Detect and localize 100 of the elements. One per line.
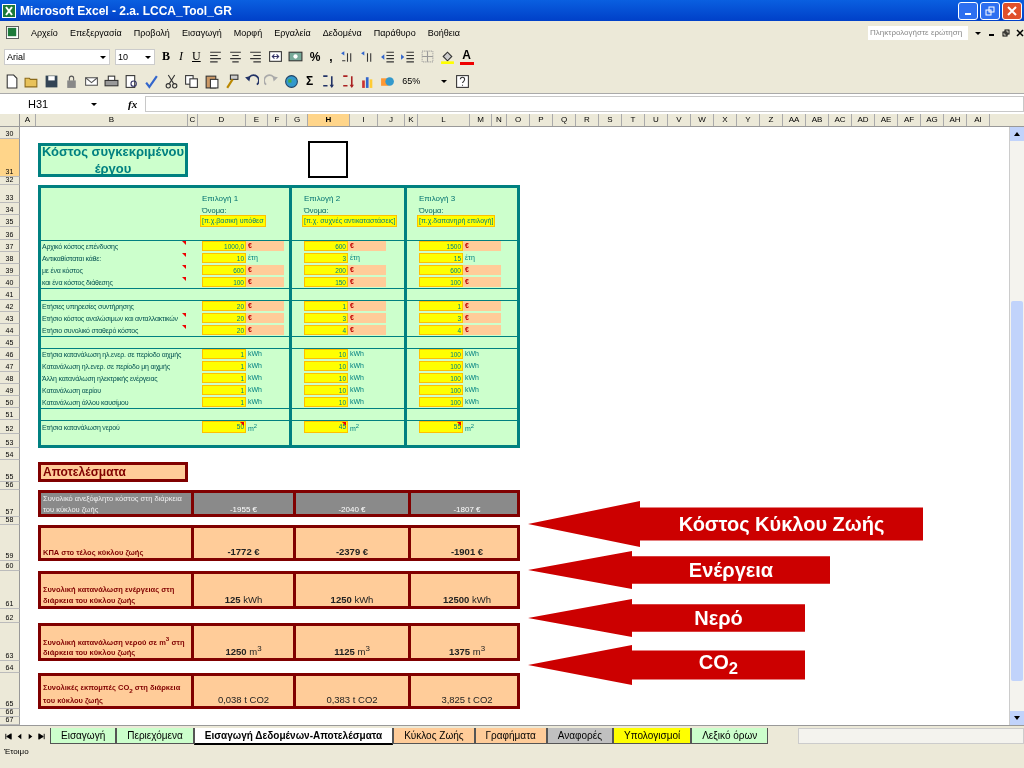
font-size-dropdown[interactable]: 10 [115, 48, 155, 65]
column-header[interactable]: A [20, 114, 36, 126]
sheet-tab[interactable]: Εισαγωγή [50, 728, 117, 744]
column-header[interactable]: L [418, 114, 470, 126]
column-header[interactable]: B [36, 114, 188, 126]
autosum-button[interactable]: Σ [304, 73, 316, 89]
column-header[interactable]: AA [783, 114, 806, 126]
cut-icon[interactable] [164, 73, 179, 89]
align-center-icon[interactable] [227, 49, 243, 64]
column-header[interactable]: W [691, 114, 714, 126]
restore-icon[interactable] [1002, 28, 1010, 37]
last-sheet-icon[interactable] [37, 731, 46, 741]
column-header[interactable]: AI [967, 114, 990, 126]
fill-color-icon[interactable] [439, 49, 455, 64]
sheet-tab[interactable]: Κύκλος Ζωής [393, 728, 475, 744]
scroll-thumb[interactable] [1011, 301, 1023, 681]
increase-indent-icon[interactable] [399, 49, 415, 64]
align-right-icon[interactable] [247, 49, 263, 64]
minimize-button[interactable] [958, 1, 978, 20]
sheet-tab[interactable]: Εισαγωγή Δεδομένων-Αποτελέσματα [193, 727, 394, 745]
column-header[interactable]: P [530, 114, 553, 126]
copy-icon[interactable] [184, 73, 199, 89]
font-dropdown[interactable]: Arial [4, 48, 110, 65]
font-color-button[interactable]: A [459, 48, 474, 65]
comma-style-button[interactable]: , [327, 48, 335, 65]
menu-item[interactable]: Προβολή [133, 27, 170, 38]
workbook-icon[interactable] [6, 26, 19, 39]
new-document-icon[interactable] [4, 73, 19, 89]
sheet-tab[interactable]: Αναφορές [546, 728, 614, 744]
column-header[interactable]: M [470, 114, 492, 126]
column-header[interactable]: V [668, 114, 691, 126]
column-header[interactable]: AG [921, 114, 944, 126]
column-header[interactable]: C [188, 114, 198, 126]
menu-item[interactable]: Εργαλεία [274, 27, 311, 38]
sheet-tab[interactable]: Λεξικό όρων [691, 728, 769, 744]
next-sheet-icon[interactable] [26, 731, 35, 741]
sheet-tab[interactable]: Υπολογισμοί [613, 728, 692, 744]
help-search-field[interactable]: Πληκτρολογήστε ερώτηση [868, 25, 968, 40]
close-button[interactable] [1002, 1, 1022, 20]
column-header[interactable]: Z [760, 114, 783, 126]
column-header[interactable]: D [198, 114, 246, 126]
selected-cell[interactable] [308, 141, 348, 178]
menu-item[interactable]: Εισαγωγή [181, 27, 222, 38]
column-header[interactable]: AH [944, 114, 967, 126]
help-icon[interactable] [455, 73, 471, 89]
align-left-icon[interactable] [207, 49, 223, 64]
menu-item[interactable]: Μορφή [233, 27, 263, 38]
decrease-indent-icon[interactable] [379, 49, 395, 64]
sort-descending-icon[interactable] [340, 73, 356, 89]
close-icon[interactable] [1016, 28, 1024, 37]
paste-icon[interactable] [204, 73, 219, 89]
dropdown-arrow-icon[interactable] [90, 100, 98, 108]
column-header[interactable]: Q [553, 114, 576, 126]
menu-item[interactable]: Επεξεργασία [69, 27, 122, 38]
scroll-down-icon[interactable] [1013, 714, 1021, 722]
column-header[interactable]: I [350, 114, 378, 126]
column-header[interactable]: F [268, 114, 287, 126]
column-header[interactable]: S [599, 114, 622, 126]
print-icon[interactable] [104, 73, 119, 89]
column-header[interactable]: AC [829, 114, 852, 126]
column-header[interactable]: E [246, 114, 268, 126]
column-header[interactable]: O [507, 114, 530, 126]
column-header[interactable]: AD [852, 114, 875, 126]
horizontal-scrollbar[interactable] [798, 728, 1024, 744]
column-header[interactable]: H [308, 114, 350, 126]
column-header[interactable]: R [576, 114, 599, 126]
column-header[interactable]: J [378, 114, 405, 126]
scroll-up-icon[interactable] [1013, 130, 1021, 138]
menu-item[interactable]: Παράθυρο [373, 27, 416, 38]
column-header[interactable]: U [645, 114, 668, 126]
text-style-button[interactable]: I [177, 48, 185, 65]
save-icon[interactable] [44, 73, 59, 89]
column-header[interactable]: AB [806, 114, 829, 126]
column-header[interactable]: T [622, 114, 645, 126]
column-header[interactable]: Y [737, 114, 760, 126]
merge-cells-icon[interactable] [267, 49, 283, 64]
sheet-tab[interactable]: Περιεχόμενα [116, 728, 194, 744]
currency-icon[interactable] [287, 49, 303, 64]
menu-item[interactable]: Δεδομένα [322, 27, 362, 38]
format-painter-icon[interactable] [224, 73, 239, 89]
column-header[interactable]: AE [875, 114, 898, 126]
column-header[interactable]: X [714, 114, 737, 126]
text-style-button[interactable]: U [190, 48, 203, 65]
column-header[interactable]: N [492, 114, 507, 126]
print-preview-icon[interactable] [124, 73, 139, 89]
menu-item[interactable]: Αρχείο [31, 27, 58, 38]
sheet-tab[interactable]: Γραφήματα [474, 728, 547, 744]
column-header[interactable]: AF [898, 114, 921, 126]
menu-item[interactable]: Βοήθεια [427, 27, 460, 38]
sort-ascending-icon[interactable] [320, 73, 336, 89]
text-style-button[interactable]: B [160, 48, 172, 65]
restore-button[interactable] [980, 1, 1000, 20]
first-sheet-icon[interactable] [4, 731, 13, 741]
column-header[interactable]: K [405, 114, 418, 126]
vertical-scrollbar[interactable] [1009, 127, 1024, 725]
globe-icon[interactable] [284, 73, 299, 89]
percent-button[interactable]: % [307, 48, 323, 65]
insert-function-button[interactable]: fx [110, 98, 138, 110]
dropdown-arrow-icon[interactable] [440, 77, 449, 85]
formula-field[interactable] [145, 96, 1024, 112]
